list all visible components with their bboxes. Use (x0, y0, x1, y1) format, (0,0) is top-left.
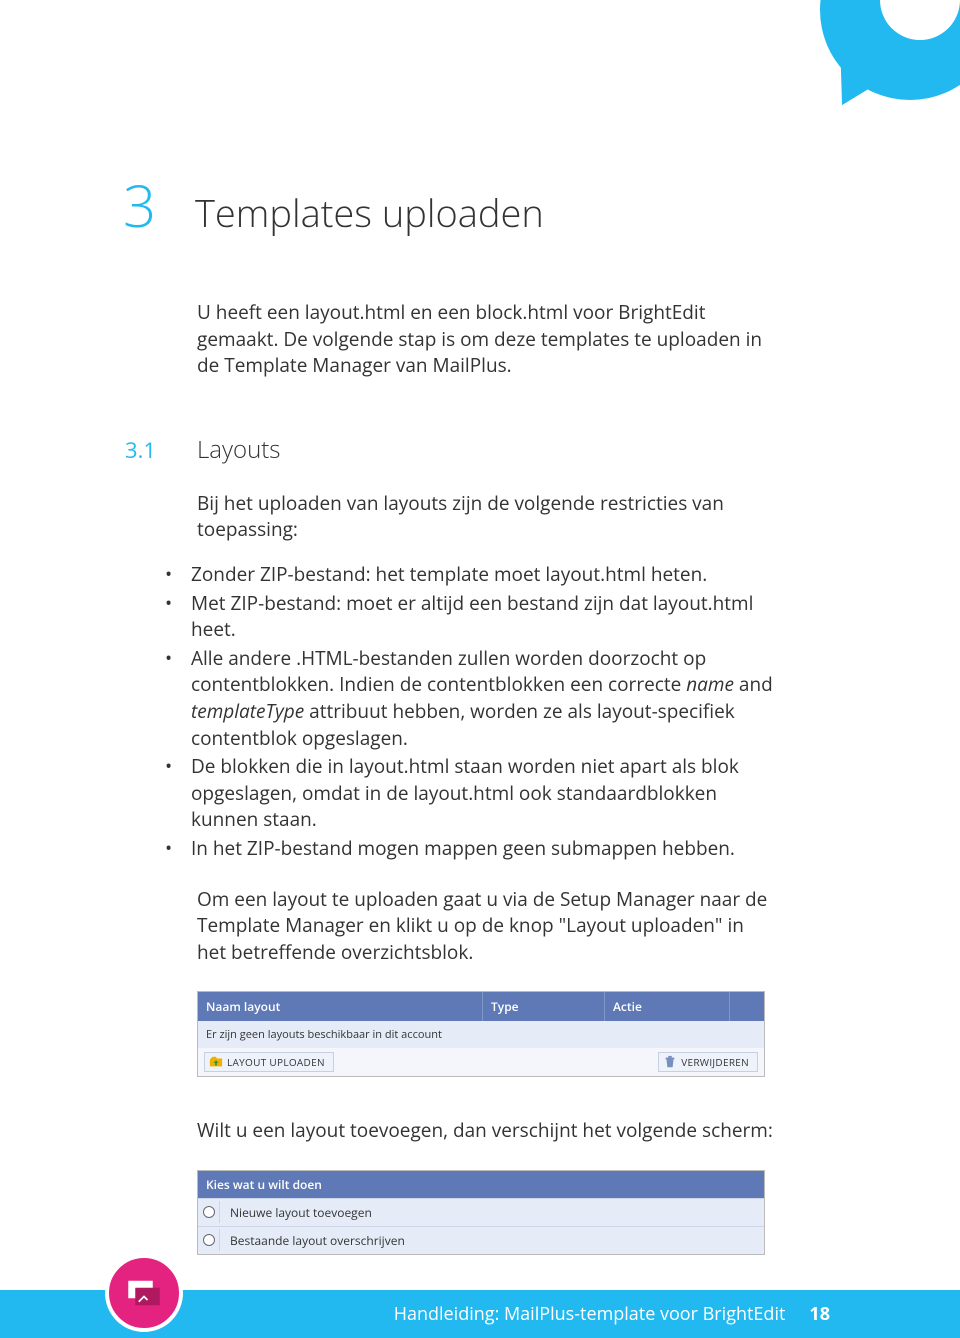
layout-upload-button[interactable]: LAYOUT UPLOADEN (204, 1052, 334, 1072)
footer-badge-icon (105, 1254, 183, 1332)
trash-icon (663, 1055, 677, 1069)
page-number: 18 (809, 1302, 830, 1326)
restrictions-list: Zonder ZIP-bestand: het template moet la… (125, 561, 785, 862)
section-number: 3.1 (125, 435, 197, 465)
delete-button[interactable]: VERWIJDEREN (658, 1052, 758, 1072)
layouts-panel: Naam layout Type Actie Er zijn geen layo… (197, 991, 765, 1077)
layouts-table-header: Naam layout Type Actie (198, 992, 764, 1021)
option-label: Bestaande layout overschrijven (230, 1232, 405, 1249)
list-item: Alle andere .HTML-bestanden zullen worde… (165, 645, 785, 751)
option-label: Nieuwe layout toevoegen (230, 1204, 372, 1221)
list-item: Met ZIP-bestand: moet er altijd een best… (165, 590, 785, 643)
radio-icon (203, 1206, 215, 1218)
chapter-title: Templates uploaden (195, 187, 544, 239)
list-item: Zonder ZIP-bestand: het template moet la… (165, 561, 785, 588)
restrictions-intro: Bij het uploaden van layouts zijn de vol… (197, 490, 777, 543)
chapter-number: 3 (123, 165, 195, 244)
delete-label: VERWIJDEREN (681, 1055, 749, 1069)
col-action: Actie (605, 992, 730, 1021)
footer-doc-title: Handleiding: MailPlus-template voor Brig… (394, 1302, 786, 1326)
layouts-action-row: LAYOUT UPLOADEN VERWIJDEREN (198, 1048, 764, 1076)
upload-icon (209, 1055, 223, 1069)
section-heading: 3.1 Layouts (125, 433, 785, 466)
option-new-layout[interactable]: Nieuwe layout toevoegen (198, 1198, 764, 1226)
option-overwrite-layout[interactable]: Bestaande layout overschrijven (198, 1226, 764, 1254)
add-layout-paragraph: Wilt u een layout toevoegen, dan verschi… (197, 1117, 777, 1144)
brand-bubble-logo (780, 0, 960, 140)
intro-paragraph: U heeft een layout.html en een block.htm… (197, 299, 777, 379)
upload-paragraph: Om een layout te uploaden gaat u via de … (197, 886, 777, 966)
col-name: Naam layout (198, 992, 483, 1021)
choose-action-header: Kies wat u wilt doen (198, 1171, 764, 1198)
empty-message: Er zijn geen layouts beschikbaar in dit … (198, 1021, 764, 1048)
col-type: Type (483, 992, 605, 1021)
layout-upload-label: LAYOUT UPLOADEN (227, 1055, 325, 1069)
page-content: 3 Templates uploaden U heeft een layout.… (125, 165, 785, 1255)
section-title: Layouts (197, 433, 280, 466)
list-item: In het ZIP-bestand mogen mappen geen sub… (165, 835, 785, 862)
choose-action-panel: Kies wat u wilt doen Nieuwe layout toevo… (197, 1170, 765, 1255)
chapter-heading: 3 Templates uploaden (125, 165, 785, 244)
radio-icon (203, 1234, 215, 1246)
list-item: De blokken die in layout.html staan word… (165, 753, 785, 833)
